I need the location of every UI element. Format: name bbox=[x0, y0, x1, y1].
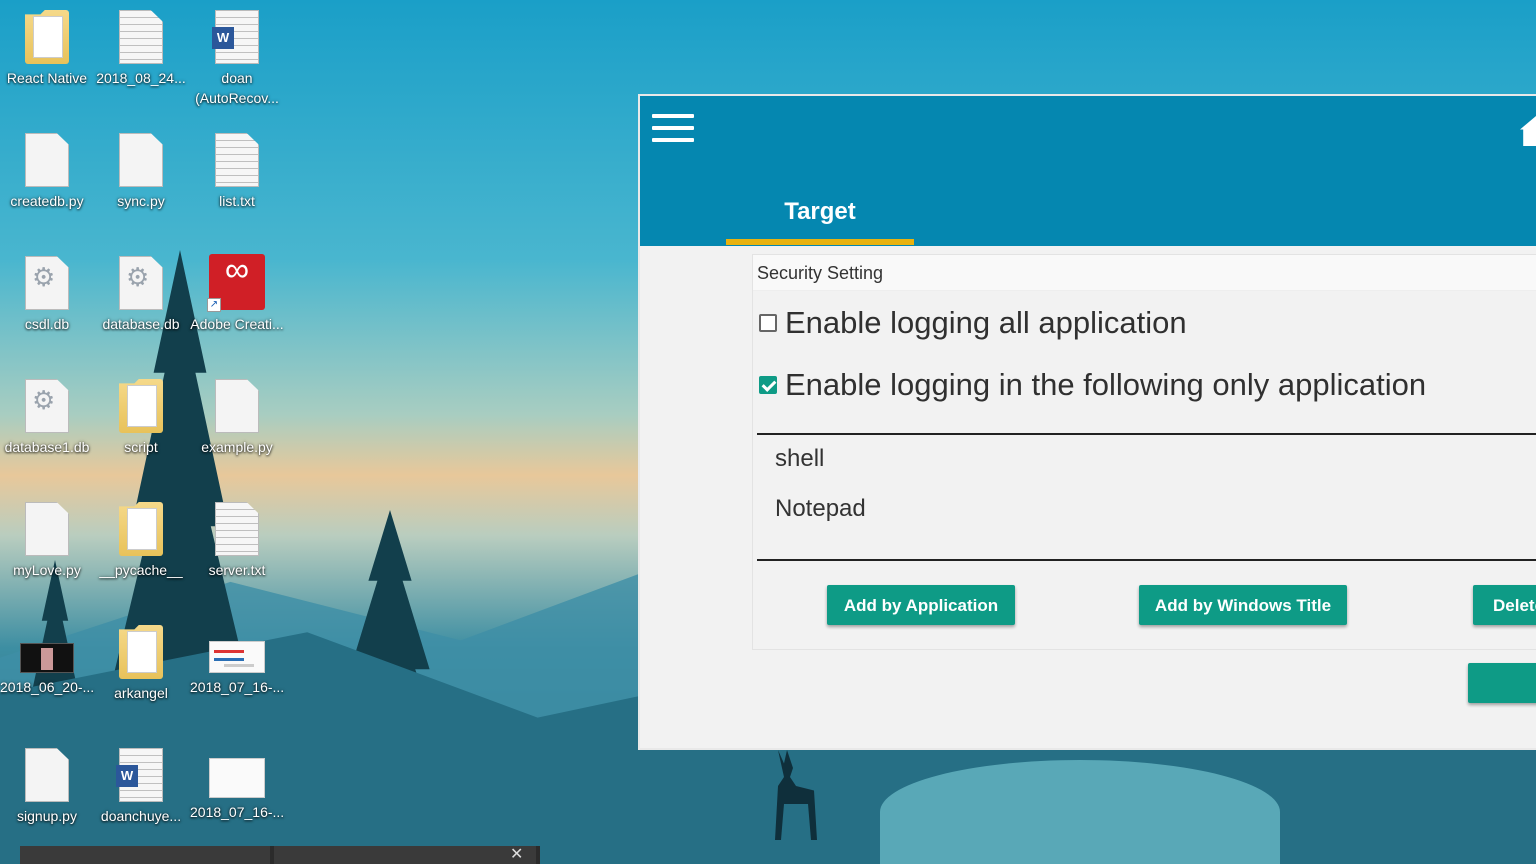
desktop-icon-label: signup.py bbox=[17, 808, 77, 824]
desktop-icon-label: React Native bbox=[6, 70, 88, 86]
tab-indicator bbox=[726, 239, 914, 245]
desktop-icon-label: sync.py bbox=[117, 193, 165, 209]
desktop-icon[interactable]: ↗ Adobe Creati... bbox=[190, 254, 284, 334]
app-window: Target Security Setting Enable logging a… bbox=[638, 94, 1536, 750]
desktop-icon[interactable]: signup.py bbox=[0, 748, 94, 826]
security-setting-panel: Security Setting Enable logging all appl… bbox=[752, 254, 1536, 650]
desktop-icon-label: csdl.db bbox=[24, 316, 70, 332]
taskbar: ✕ bbox=[20, 846, 540, 864]
home-icon[interactable] bbox=[1520, 116, 1536, 146]
app-bar: Target bbox=[640, 96, 1536, 246]
screenshot-thumbnail-icon bbox=[209, 758, 265, 798]
desktop-icon-label: Adobe Creati... bbox=[190, 316, 284, 332]
shortcut-arrow-icon: ↗ bbox=[207, 298, 221, 312]
database-file-icon bbox=[119, 256, 163, 310]
text-file-icon bbox=[215, 133, 259, 187]
desktop-icon-label: database1.db bbox=[4, 439, 90, 455]
option-log-all[interactable]: Enable logging all application bbox=[759, 305, 1187, 341]
file-icon bbox=[119, 133, 163, 187]
desktop-icon[interactable]: server.txt bbox=[190, 502, 284, 580]
desktop-icon[interactable]: myLove.py bbox=[0, 502, 94, 580]
desktop-icon[interactable]: __pycache__ bbox=[94, 502, 188, 580]
database-file-icon bbox=[25, 379, 69, 433]
file-icon bbox=[25, 133, 69, 187]
wallpaper-lake bbox=[880, 760, 1280, 864]
checkbox-log-all[interactable] bbox=[759, 314, 777, 332]
desktop-icon[interactable]: createdb.py bbox=[0, 133, 94, 211]
checkbox-log-only[interactable] bbox=[759, 376, 777, 394]
desktop-icon[interactable]: 2018_08_24... bbox=[94, 10, 188, 88]
desktop-icon-label: server.txt bbox=[208, 562, 266, 578]
desktop-icon[interactable]: database1.db bbox=[0, 379, 94, 457]
desktop-icon-label: script bbox=[124, 439, 158, 455]
desktop-icon[interactable]: doanchuye... bbox=[94, 748, 188, 826]
desktop-icon[interactable]: 2018_07_16-... bbox=[190, 748, 284, 822]
screenshot-thumbnail-icon bbox=[209, 641, 265, 673]
folder-icon bbox=[25, 10, 69, 64]
add-by-application-button[interactable]: Add by Application bbox=[827, 585, 1015, 625]
desktop-icon-label: list.txt bbox=[219, 193, 255, 209]
word-document-icon bbox=[212, 10, 259, 64]
delete-button[interactable]: Delete bbox=[1473, 585, 1536, 625]
list-item[interactable]: Notepad bbox=[775, 495, 866, 523]
desktop-icon-label: doanchuye... bbox=[100, 808, 182, 824]
desktop-icon-label: 2018_07_16-... bbox=[190, 804, 285, 820]
desktop-icon[interactable]: csdl.db bbox=[0, 256, 94, 334]
desktop-icon-label: arkangel bbox=[114, 685, 168, 701]
desktop-icon-label: doan (AutoRecov... bbox=[195, 70, 279, 106]
desktop-icon-label: myLove.py bbox=[13, 562, 81, 578]
desktop-icon[interactable]: 2018_07_16-... bbox=[190, 625, 284, 697]
close-icon[interactable]: ✕ bbox=[510, 846, 523, 864]
text-file-icon bbox=[215, 502, 259, 556]
desktop-icon[interactable]: 2018_06_20-... bbox=[0, 625, 94, 697]
desktop-icon[interactable]: script bbox=[94, 379, 188, 457]
option-log-only-label: Enable logging in the following only app… bbox=[785, 367, 1427, 402]
option-log-only[interactable]: Enable logging in the following only app… bbox=[759, 367, 1426, 403]
adobe-creative-cloud-icon: ↗ bbox=[207, 254, 265, 312]
desktop-icon[interactable]: arkangel bbox=[94, 625, 188, 703]
desktop-icon-label: 2018_07_16-... bbox=[190, 679, 285, 695]
file-icon bbox=[215, 379, 259, 433]
menu-icon[interactable] bbox=[652, 114, 694, 144]
desktop-icon-label: example.py bbox=[201, 439, 273, 455]
file-icon bbox=[25, 748, 69, 802]
desktop-icon[interactable]: doan (AutoRecov... bbox=[190, 10, 284, 108]
taskbar-item[interactable] bbox=[20, 846, 270, 864]
desktop-icon-label: createdb.py bbox=[10, 193, 84, 209]
file-icon bbox=[25, 502, 69, 556]
desktop-icon-label: 2018_06_20-... bbox=[0, 679, 95, 695]
tab-target[interactable]: Target bbox=[726, 192, 914, 246]
folder-icon bbox=[119, 502, 163, 556]
list-item[interactable]: shell bbox=[775, 445, 824, 473]
document-icon bbox=[119, 10, 163, 64]
desktop-icon-label: database.db bbox=[102, 316, 180, 332]
video-thumbnail-icon bbox=[20, 643, 74, 673]
folder-icon bbox=[119, 625, 163, 679]
panel-title: Security Setting bbox=[753, 255, 1536, 291]
desktop-icon-label: __pycache__ bbox=[99, 562, 183, 578]
add-by-windows-title-button[interactable]: Add by Windows Title bbox=[1139, 585, 1347, 625]
desktop-icon[interactable]: React Native bbox=[0, 10, 94, 88]
option-log-all-label: Enable logging all application bbox=[785, 305, 1187, 340]
folder-icon bbox=[119, 379, 163, 433]
desktop-icon[interactable]: sync.py bbox=[94, 133, 188, 211]
database-file-icon bbox=[25, 256, 69, 310]
desktop-icon-label: 2018_08_24... bbox=[96, 70, 186, 86]
desktop-icon[interactable]: list.txt bbox=[190, 133, 284, 211]
confirm-button[interactable] bbox=[1468, 663, 1536, 703]
desktop-icon[interactable]: example.py bbox=[190, 379, 284, 457]
word-document-icon bbox=[116, 748, 163, 802]
desktop-icon[interactable]: database.db bbox=[94, 256, 188, 334]
application-list[interactable]: shell Notepad bbox=[757, 433, 1536, 561]
taskbar-item[interactable] bbox=[274, 846, 536, 864]
